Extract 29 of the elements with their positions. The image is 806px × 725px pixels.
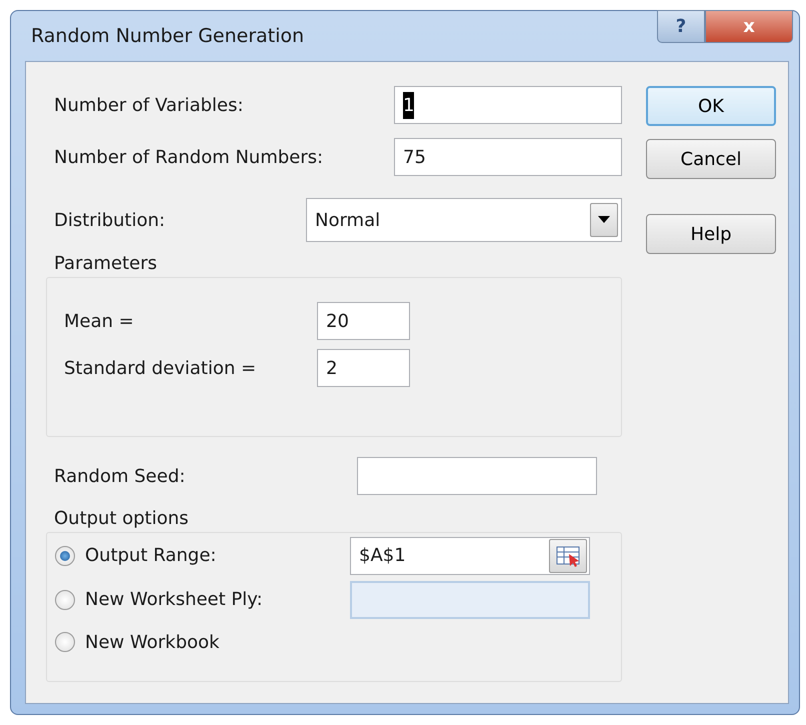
field-label: Mean = [64, 310, 135, 334]
field-label: Standard deviation = [64, 356, 258, 380]
dialog-button[interactable]: Help [646, 214, 776, 254]
input-field[interactable] [357, 457, 597, 495]
grid-arrow-icon [556, 544, 580, 566]
radio-button[interactable] [55, 632, 75, 652]
group-label: Parameters [54, 252, 158, 276]
range-picker-button[interactable] [549, 538, 587, 572]
input-field[interactable]: 2 [317, 349, 410, 387]
dialog-button[interactable]: OK [646, 86, 776, 126]
dropdown[interactable]: Normal [306, 198, 622, 242]
radio-label: New Workbook [85, 630, 220, 654]
dialog-button[interactable]: Cancel [646, 139, 776, 179]
radio-label: New Worksheet Ply: [85, 588, 263, 612]
input-field[interactable]: 20 [317, 302, 410, 340]
input-field[interactable]: $A$1 [350, 536, 590, 574]
field-label: Number of Variables: [54, 94, 244, 118]
dropdown-caret-icon [590, 203, 618, 237]
help-button[interactable]: ? [657, 10, 705, 43]
radio-button[interactable] [55, 590, 75, 610]
input-field[interactable]: 75 [394, 138, 622, 176]
window-title: Random Number Generation [31, 24, 304, 49]
field-label: Number of Random Numbers: [54, 146, 324, 170]
radio-button[interactable] [55, 546, 75, 566]
field-label: Distribution: [54, 208, 166, 232]
radio-label: Output Range: [85, 544, 216, 568]
input-field[interactable]: 1 [394, 86, 622, 124]
field-label: Random Seed: [54, 464, 186, 488]
group-label: Output options [54, 507, 189, 531]
